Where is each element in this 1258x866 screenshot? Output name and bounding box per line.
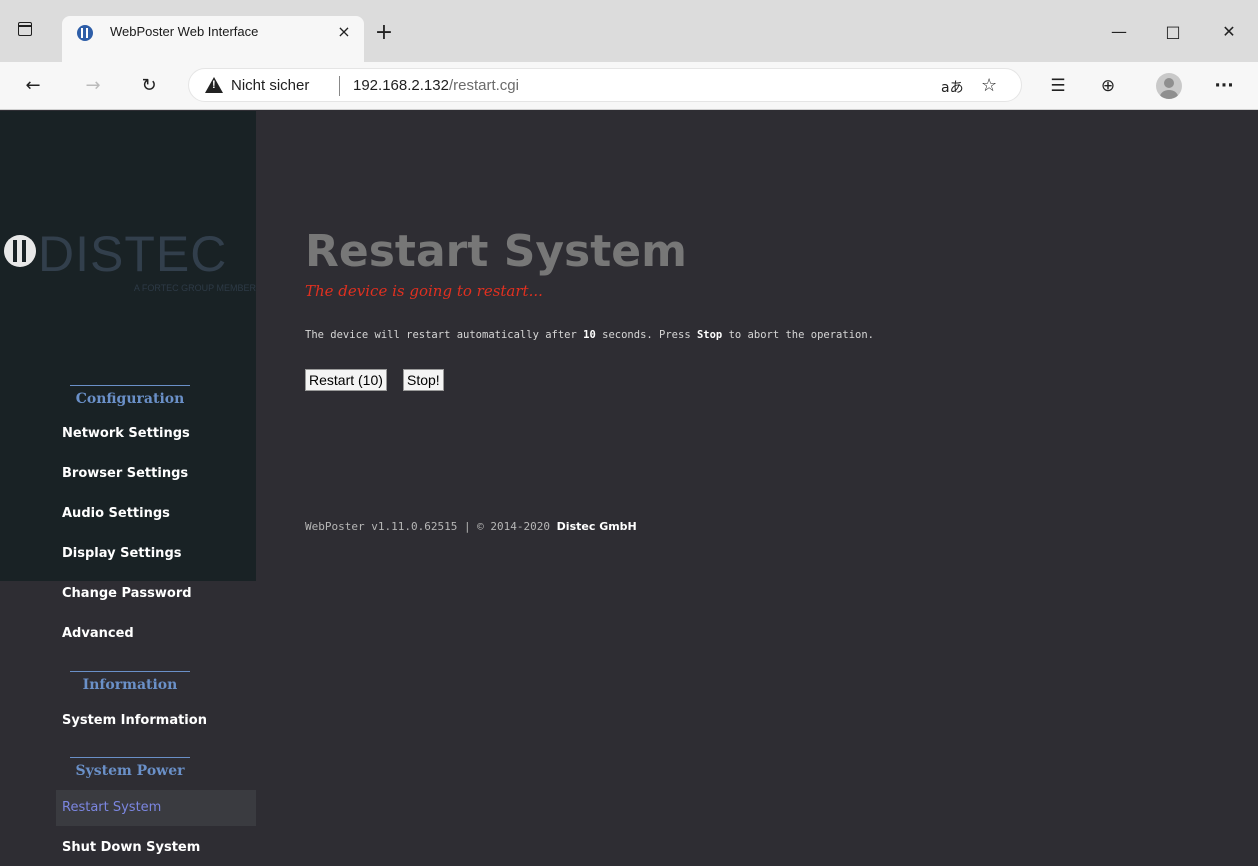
restart-button[interactable]: Restart (10) bbox=[305, 369, 387, 391]
minimize-button[interactable]: — bbox=[1096, 22, 1142, 46]
footer-version: WebPoster v1.11.0.62515 | © 2014-2020 bbox=[305, 520, 557, 533]
sidebar-item-audio-settings[interactable]: Audio Settings bbox=[56, 496, 256, 532]
nav-heading-information: Information bbox=[70, 671, 190, 693]
sidebar-item-display-settings[interactable]: Display Settings bbox=[56, 536, 256, 572]
favicon-icon bbox=[77, 25, 93, 41]
back-icon[interactable]: ← bbox=[20, 74, 46, 100]
url-host: 192.168.2.132 bbox=[353, 77, 449, 94]
status-message: The device is going to restart... bbox=[305, 282, 543, 300]
page-title: Restart System bbox=[305, 226, 687, 277]
page-body: DISTEC A FORTEC GROUP MEMBER Configurati… bbox=[0, 111, 1258, 866]
tab-actions-icon[interactable] bbox=[18, 22, 32, 36]
browser-titlebar: WebPoster Web Interface × + — □ ✕ bbox=[0, 0, 1258, 62]
browser-tab[interactable]: WebPoster Web Interface × bbox=[62, 16, 364, 62]
favorites-icon[interactable]: ☰ bbox=[1046, 74, 1070, 98]
restart-description: The device will restart automatically af… bbox=[305, 329, 874, 341]
footer-company: Distec GmbH bbox=[556, 520, 637, 533]
desc-part2: seconds. Press bbox=[595, 329, 697, 341]
reload-icon[interactable]: ↻ bbox=[136, 74, 162, 100]
address-separator bbox=[339, 76, 340, 96]
sidebar-item-network-settings[interactable]: Network Settings bbox=[56, 416, 256, 452]
close-window-button[interactable]: ✕ bbox=[1206, 22, 1252, 46]
distec-logo-mark-icon bbox=[4, 235, 36, 267]
read-aloud-icon[interactable]: aあ bbox=[941, 77, 964, 97]
collections-icon[interactable]: ⊕ bbox=[1096, 74, 1120, 98]
page-footer: WebPoster v1.11.0.62515 | © 2014-2020 Di… bbox=[305, 520, 637, 533]
tab-close-icon[interactable]: × bbox=[334, 22, 354, 42]
tab-title: WebPoster Web Interface bbox=[110, 24, 259, 39]
url-path: /restart.cgi bbox=[448, 77, 519, 94]
profile-icon[interactable] bbox=[1156, 73, 1182, 99]
address-bar[interactable]: Nicht sicher 192.168.2.132/restart.cgi a… bbox=[188, 68, 1022, 102]
add-favorite-icon[interactable]: ☆ bbox=[981, 75, 997, 96]
stop-button[interactable]: Stop! bbox=[403, 369, 444, 391]
security-label[interactable]: Nicht sicher bbox=[231, 77, 309, 94]
warning-icon[interactable] bbox=[205, 77, 223, 93]
logo-wordmark: DISTEC bbox=[38, 226, 228, 282]
nav-heading-system-power: System Power bbox=[70, 757, 190, 779]
sidebar-item-restart-system[interactable]: Restart System bbox=[56, 790, 256, 826]
desc-stop-word: Stop bbox=[696, 329, 723, 341]
menu-icon[interactable]: ··· bbox=[1212, 74, 1236, 98]
desc-seconds: 10 bbox=[583, 329, 596, 341]
maximize-button[interactable]: □ bbox=[1150, 22, 1196, 46]
sidebar-item-shut-down-system[interactable]: Shut Down System bbox=[56, 830, 256, 866]
sidebar-item-browser-settings[interactable]: Browser Settings bbox=[56, 456, 256, 492]
desc-part1: The device will restart automatically af… bbox=[305, 329, 584, 341]
sidebar-item-change-password[interactable]: Change Password bbox=[56, 576, 256, 612]
forward-icon[interactable]: → bbox=[80, 74, 106, 100]
new-tab-button[interactable]: + bbox=[372, 22, 396, 46]
sidebar-item-system-information[interactable]: System Information bbox=[56, 703, 256, 739]
logo-tagline: A FORTEC GROUP MEMBER bbox=[133, 283, 256, 293]
browser-toolbar: ← → ↻ Nicht sicher 192.168.2.132/restart… bbox=[0, 62, 1258, 110]
url-text[interactable]: 192.168.2.132/restart.cgi bbox=[353, 77, 519, 94]
desc-part3: to abort the operation. bbox=[722, 329, 874, 341]
sidebar-item-advanced[interactable]: Advanced bbox=[56, 616, 256, 652]
distec-logo: DISTEC A FORTEC GROUP MEMBER bbox=[0, 226, 256, 319]
nav-heading-configuration: Configuration bbox=[70, 385, 190, 407]
